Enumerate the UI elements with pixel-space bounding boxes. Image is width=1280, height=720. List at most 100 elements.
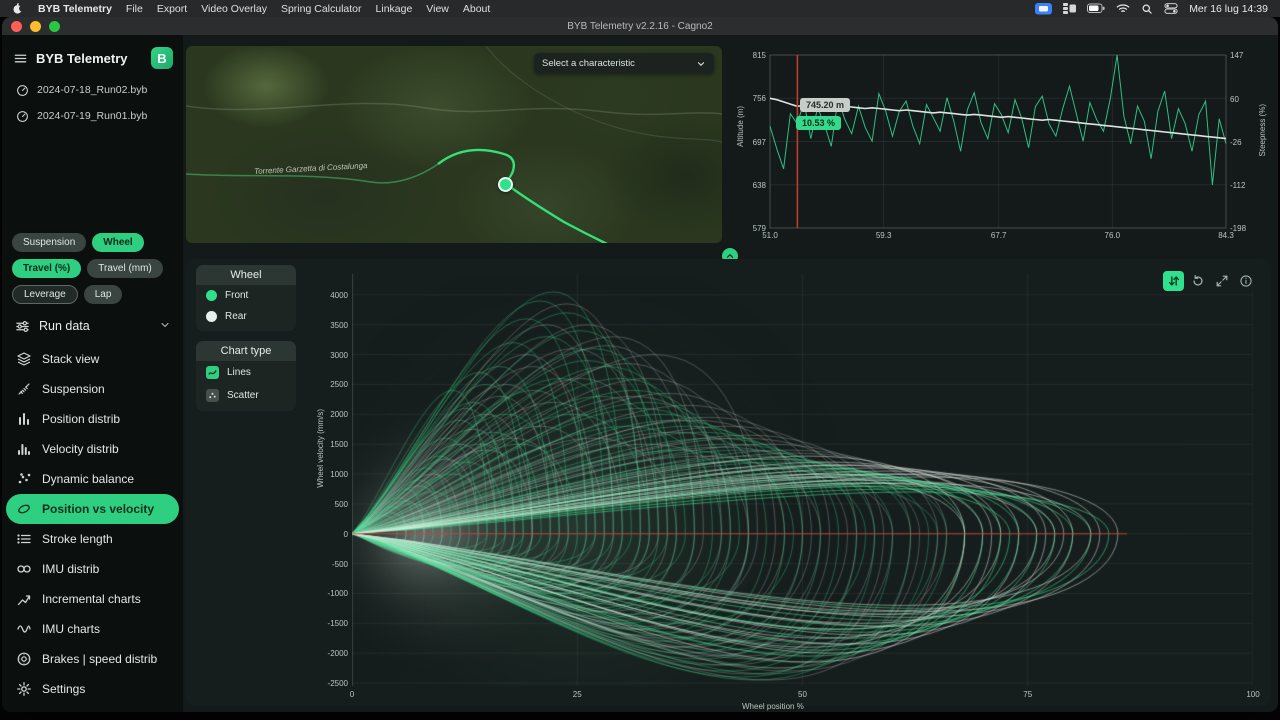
chart-type-scatter-option[interactable]: Scatter [196, 384, 296, 407]
leverage-toggle[interactable]: Leverage [12, 285, 78, 304]
suspension-toggle[interactable]: Suspension [12, 233, 87, 252]
menu-linkage[interactable]: Linkage [376, 3, 413, 15]
info-button[interactable] [1235, 271, 1256, 291]
menu-export[interactable]: Export [157, 3, 187, 15]
sidebar-item-incremental-charts[interactable]: Incremental charts [6, 584, 179, 614]
pv-canvas[interactable] [352, 274, 1253, 686]
tick-label: 100 [1246, 690, 1260, 699]
run-file-item[interactable]: 2024-07-18_Run02.byb [2, 77, 183, 103]
characteristic-dropdown[interactable]: Select a characteristic [534, 53, 714, 74]
shock-icon [16, 381, 32, 397]
battery-icon[interactable] [1087, 3, 1105, 14]
tick-label: 60 [1230, 94, 1239, 104]
lap-toggle[interactable]: Lap [83, 285, 123, 304]
menu-spring-calculator[interactable]: Spring Calculator [281, 3, 362, 15]
map-position-marker[interactable] [498, 177, 513, 192]
tick-label: 25 [572, 690, 582, 699]
rear-wheel-dot-icon [206, 311, 217, 322]
tick-label: 67.7 [990, 231, 1007, 240]
apple-menu-icon[interactable] [12, 2, 24, 15]
chevron-down-icon [696, 59, 706, 69]
map-panel[interactable]: Torrente Garzetta di Costalunga Select a… [186, 46, 722, 243]
wheel-panel-title: Wheel [196, 265, 296, 285]
sidebar: BYB Telemetry B 2024-07-18_Run02.byb 202… [2, 35, 183, 712]
sidebar-item-velocity-distrib[interactable]: Velocity distrib [6, 434, 179, 464]
sidebar-nav: Stack view Suspension Position distrib V… [2, 338, 183, 674]
screen-recording-indicator-icon[interactable] [1035, 2, 1053, 15]
scatter-checkbox-icon [206, 389, 219, 402]
sidebar-item-brakes-speed-distrib[interactable]: Brakes | speed distrib [6, 644, 179, 674]
menubar-clock[interactable]: Mer 16 lug 14:39 [1189, 3, 1268, 15]
minimize-button[interactable] [30, 21, 41, 32]
chart-type-panel: Chart type Lines Scatter [196, 341, 296, 411]
tick-label: -2500 [327, 679, 348, 688]
menu-bar: BYB Telemetry File Export Video Overlay … [0, 0, 1280, 17]
wifi-icon[interactable] [1116, 3, 1130, 14]
sidebar-item-dynamic-balance[interactable]: Dynamic balance [6, 464, 179, 494]
sidebar-item-position-vs-velocity[interactable]: Position vs velocity [6, 494, 179, 524]
histogram-icon [16, 441, 32, 457]
menubar-app-name[interactable]: BYB Telemetry [38, 3, 112, 15]
sidebar-item-imu-charts[interactable]: IMU charts [6, 614, 179, 644]
sidebar-item-stack-view[interactable]: Stack view [6, 344, 179, 374]
lines-checkbox-icon [206, 366, 219, 379]
wheel-panel: Wheel Front Rear [196, 265, 296, 331]
layers-icon [16, 351, 32, 367]
tick-label: -1000 [327, 589, 348, 599]
title-bar[interactable]: BYB Telemetry v2.2.16 - Cagno2 [2, 17, 1278, 35]
close-button[interactable] [11, 21, 22, 32]
wheel-rear-option[interactable]: Rear [196, 306, 296, 327]
sidebar-item-imu-distrib[interactable]: IMU distrib [6, 554, 179, 584]
chart-toolbar [1163, 271, 1256, 291]
control-center-icon[interactable] [1164, 3, 1178, 14]
byb-logo: B [151, 47, 173, 69]
wheel-front-option[interactable]: Front [196, 285, 296, 306]
stage-manager-icon[interactable] [1063, 3, 1077, 14]
sidebar-item-suspension[interactable]: Suspension [6, 374, 179, 404]
tick-label: 147 [1230, 51, 1244, 60]
menu-view[interactable]: View [426, 3, 449, 15]
toggle-group: Suspension Wheel Travel (%) Travel (mm) … [2, 233, 183, 304]
chart-type-lines-option[interactable]: Lines [196, 361, 296, 384]
tick-label: 638 [752, 180, 766, 190]
tick-label: 0 [349, 690, 355, 699]
tick-label: 3500 [330, 320, 348, 330]
trend-up-icon [16, 591, 32, 607]
tick-label: 500 [334, 499, 348, 509]
menu-about[interactable]: About [463, 3, 490, 15]
tick-label: -2000 [327, 649, 348, 659]
chart-type-panel-title: Chart type [196, 341, 296, 361]
tick-label: 1500 [330, 440, 348, 450]
altitude-chart-panel[interactable]: Altitude (m) Steepness (%) 745.20 m 10.5… [734, 46, 1270, 243]
tick-label: 697 [752, 137, 766, 147]
run-file-name: 2024-07-18_Run02.byb [37, 84, 148, 96]
tick-label: 0 [343, 529, 348, 539]
travel-mm-toggle[interactable]: Travel (mm) [87, 259, 163, 278]
fullscreen-button[interactable] [1211, 271, 1232, 291]
wave-icon [16, 621, 32, 637]
run-file-icon [14, 108, 30, 124]
tick-label: 50 [798, 690, 807, 699]
menu-video-overlay[interactable]: Video Overlay [201, 3, 267, 15]
spotlight-search-icon[interactable] [1141, 3, 1153, 15]
tick-label: 2500 [330, 380, 348, 390]
sliders-icon [14, 318, 30, 334]
sidebar-item-settings[interactable]: Settings [6, 674, 179, 704]
reset-view-button[interactable] [1187, 271, 1208, 291]
sidebar-item-stroke-length[interactable]: Stroke length [6, 524, 179, 554]
bar-chart-icon [16, 411, 32, 427]
ordered-list-icon [16, 531, 32, 547]
run-data-label: Run data [39, 319, 90, 333]
alt-right-axis-title: Steepness (%) [1258, 104, 1267, 157]
run-file-item[interactable]: 2024-07-19_Run01.byb [2, 103, 183, 129]
sidebar-item-position-distrib[interactable]: Position distrib [6, 404, 179, 434]
settings-section: Settings [6, 674, 179, 704]
hamburger-menu-icon[interactable] [12, 50, 28, 66]
autoscale-button[interactable] [1163, 271, 1184, 291]
zoom-button[interactable] [49, 21, 60, 32]
menu-file[interactable]: File [126, 3, 143, 15]
travel-pct-toggle[interactable]: Travel (%) [12, 259, 82, 278]
tick-label: 2000 [330, 410, 348, 420]
wheel-toggle[interactable]: Wheel [92, 233, 144, 252]
run-data-header[interactable]: Run data [2, 304, 183, 338]
